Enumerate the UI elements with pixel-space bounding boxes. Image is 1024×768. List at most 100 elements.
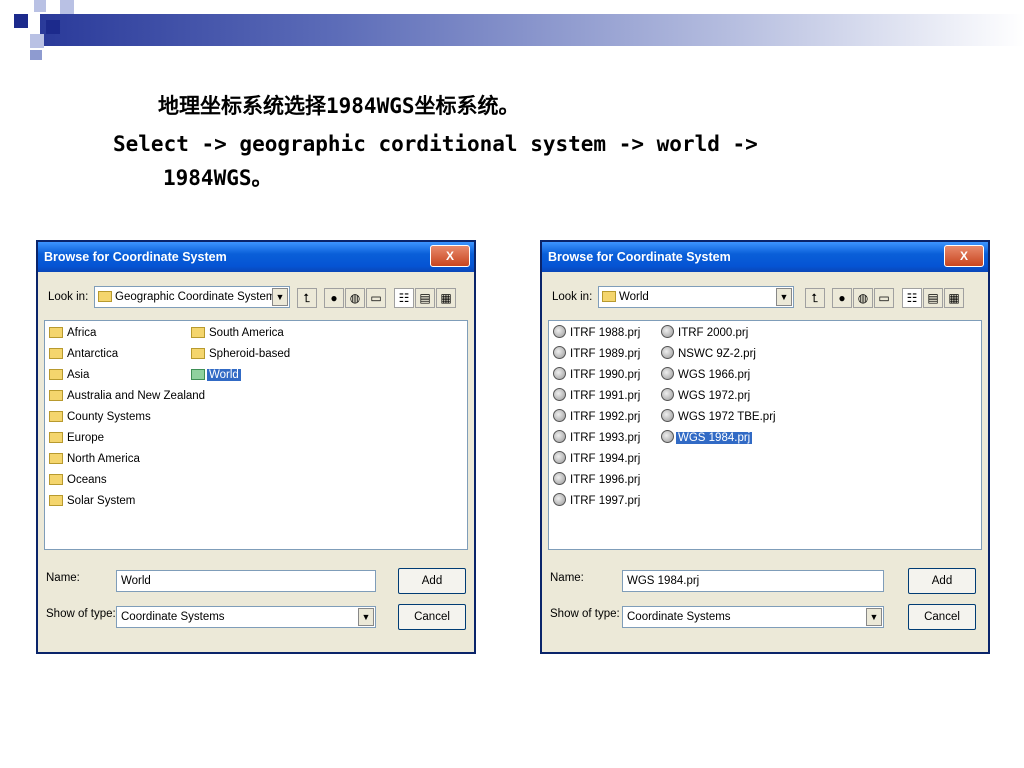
look-in-dropdown[interactable]: Geographic Coordinate Systems ▼ bbox=[94, 286, 290, 308]
list-item[interactable]: Australia and New Zealand bbox=[49, 387, 207, 405]
dialog-title: Browse for Coordinate System bbox=[548, 250, 731, 264]
cancel-button[interactable]: Cancel bbox=[398, 604, 466, 630]
up-folder-button[interactable]: ⮤ bbox=[297, 288, 317, 308]
folder-icon bbox=[49, 453, 63, 464]
globe-icon bbox=[553, 472, 566, 485]
globe-icon bbox=[661, 430, 674, 443]
type-label: Show of type: bbox=[550, 608, 620, 620]
list-item[interactable]: ITRF 1996.prj bbox=[553, 471, 642, 489]
thumbnail-view-button[interactable]: ▦ bbox=[944, 288, 964, 308]
list-item[interactable]: Spheroid-based bbox=[191, 345, 292, 363]
list-item[interactable]: ITRF 1994.prj bbox=[553, 450, 642, 468]
list-item[interactable]: Antarctica bbox=[49, 345, 120, 363]
add-button[interactable]: Add bbox=[908, 568, 976, 594]
chevron-down-icon[interactable]: ▼ bbox=[776, 288, 792, 306]
look-in-dropdown[interactable]: World ▼ bbox=[598, 286, 794, 308]
header-gradient-bar bbox=[40, 14, 1024, 46]
list-item[interactable]: Europe bbox=[49, 429, 106, 447]
file-list[interactable]: ITRF 1988.prj ITRF 1989.prj ITRF 1990.pr… bbox=[548, 320, 982, 550]
list-item[interactable]: ITRF 1993.prj bbox=[553, 429, 642, 447]
list-item-selected[interactable]: World bbox=[191, 366, 241, 384]
disconnect-folder-button[interactable]: ◍ bbox=[345, 288, 365, 308]
list-item[interactable]: NSWC 9Z-2.prj bbox=[661, 345, 758, 363]
caption-line-1: 地理坐标系统选择1984WGS坐标系统。 bbox=[158, 94, 520, 118]
details-view-button[interactable]: ▤ bbox=[415, 288, 435, 308]
folder-icon bbox=[49, 369, 63, 380]
list-item[interactable]: WGS 1972.prj bbox=[661, 387, 752, 405]
title-bar[interactable]: Browse for Coordinate System X bbox=[38, 242, 474, 272]
list-item[interactable]: ITRF 1990.prj bbox=[553, 366, 642, 384]
globe-icon bbox=[661, 409, 674, 422]
name-label: Name: bbox=[46, 572, 80, 584]
list-item[interactable]: ITRF 1997.prj bbox=[553, 492, 642, 510]
look-in-value: Geographic Coordinate Systems bbox=[115, 291, 282, 303]
list-item[interactable]: ITRF 2000.prj bbox=[661, 324, 750, 342]
thumbnail-view-button[interactable]: ▦ bbox=[436, 288, 456, 308]
type-value: Coordinate Systems bbox=[121, 611, 225, 623]
new-folder-button[interactable]: ▭ bbox=[874, 288, 894, 308]
decor-square bbox=[30, 50, 42, 60]
folder-icon bbox=[191, 348, 205, 359]
chevron-down-icon[interactable]: ▼ bbox=[272, 288, 288, 306]
list-item[interactable]: ITRF 1991.prj bbox=[553, 387, 642, 405]
type-label: Show of type: bbox=[46, 608, 116, 620]
folder-icon bbox=[49, 348, 63, 359]
name-label: Name: bbox=[550, 572, 584, 584]
folder-icon bbox=[49, 327, 63, 338]
browse-dialog-left: Browse for Coordinate System X Look in: … bbox=[36, 240, 476, 654]
up-folder-button[interactable]: ⮤ bbox=[805, 288, 825, 308]
globe-icon bbox=[553, 409, 566, 422]
list-item[interactable]: WGS 1972 TBE.prj bbox=[661, 408, 778, 426]
type-dropdown[interactable]: Coordinate Systems ▼ bbox=[116, 606, 376, 628]
close-button[interactable]: X bbox=[430, 245, 470, 267]
list-item[interactable]: Oceans bbox=[49, 471, 109, 489]
globe-icon bbox=[553, 451, 566, 464]
add-button[interactable]: Add bbox=[398, 568, 466, 594]
list-view-button[interactable]: ☷ bbox=[394, 288, 414, 308]
list-item[interactable]: Africa bbox=[49, 324, 98, 342]
globe-icon bbox=[553, 493, 566, 506]
list-view-button[interactable]: ☷ bbox=[902, 288, 922, 308]
list-item[interactable]: WGS 1966.prj bbox=[661, 366, 752, 384]
globe-icon bbox=[553, 430, 566, 443]
caption-line-3: 1984WGS。 bbox=[163, 166, 273, 190]
dialog-title: Browse for Coordinate System bbox=[44, 250, 227, 264]
list-item[interactable]: ITRF 1988.prj bbox=[553, 324, 642, 342]
folder-icon bbox=[191, 369, 205, 380]
cancel-button[interactable]: Cancel bbox=[908, 604, 976, 630]
folder-icon bbox=[602, 291, 616, 302]
close-button[interactable]: X bbox=[944, 245, 984, 267]
list-item[interactable]: ITRF 1992.prj bbox=[553, 408, 642, 426]
list-item[interactable]: Asia bbox=[49, 366, 91, 384]
list-item-selected[interactable]: WGS 1984.prj bbox=[661, 429, 753, 447]
type-dropdown[interactable]: Coordinate Systems ▼ bbox=[622, 606, 884, 628]
list-item[interactable]: County Systems bbox=[49, 408, 153, 426]
folder-icon bbox=[191, 327, 205, 338]
globe-icon bbox=[661, 346, 674, 359]
list-item[interactable]: ITRF 1989.prj bbox=[553, 345, 642, 363]
globe-icon bbox=[553, 325, 566, 338]
connect-folder-button[interactable]: ● bbox=[832, 288, 852, 308]
list-item[interactable]: Solar System bbox=[49, 492, 137, 510]
folder-icon bbox=[98, 291, 112, 302]
globe-icon bbox=[661, 325, 674, 338]
type-value: Coordinate Systems bbox=[627, 611, 731, 623]
name-field[interactable]: World bbox=[116, 570, 376, 592]
details-view-button[interactable]: ▤ bbox=[923, 288, 943, 308]
title-bar[interactable]: Browse for Coordinate System X bbox=[542, 242, 988, 272]
browse-dialog-right: Browse for Coordinate System X Look in: … bbox=[540, 240, 990, 654]
name-field[interactable]: WGS 1984.prj bbox=[622, 570, 884, 592]
list-item[interactable]: South America bbox=[191, 324, 286, 342]
chevron-down-icon[interactable]: ▼ bbox=[866, 608, 882, 626]
globe-icon bbox=[661, 367, 674, 380]
look-in-value: World bbox=[619, 291, 649, 303]
chevron-down-icon[interactable]: ▼ bbox=[358, 608, 374, 626]
disconnect-folder-button[interactable]: ◍ bbox=[853, 288, 873, 308]
decor-square bbox=[34, 0, 46, 12]
connect-folder-button[interactable]: ● bbox=[324, 288, 344, 308]
file-list[interactable]: Africa Antarctica Asia Australia and New… bbox=[44, 320, 468, 550]
folder-icon bbox=[49, 474, 63, 485]
list-item[interactable]: North America bbox=[49, 450, 142, 468]
new-folder-button[interactable]: ▭ bbox=[366, 288, 386, 308]
folder-icon bbox=[49, 390, 63, 401]
